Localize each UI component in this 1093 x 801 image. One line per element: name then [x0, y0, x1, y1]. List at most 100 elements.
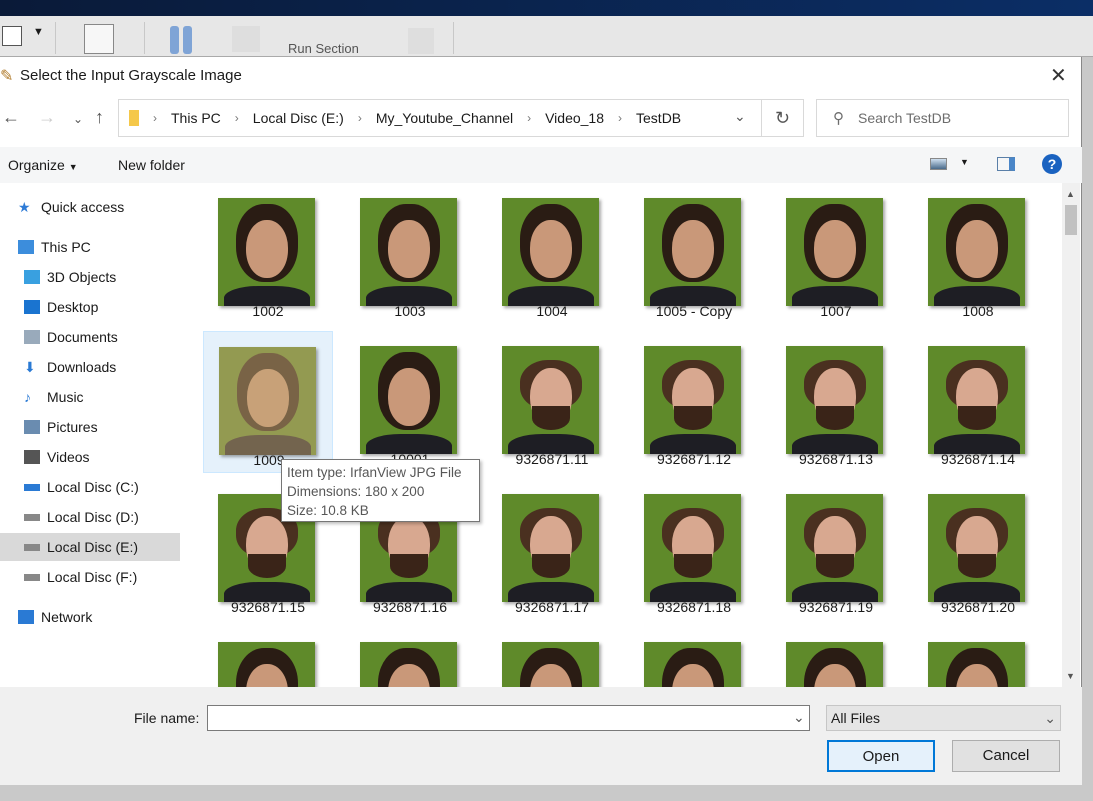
file-item[interactable]: 9326871.12: [629, 331, 759, 473]
file-item[interactable]: [771, 627, 901, 687]
breadcrumb-local-disc-e[interactable]: Local Disc (E:): [253, 110, 344, 126]
image-thumbnail: [928, 642, 1025, 687]
file-name-dropdown-icon[interactable]: ⌄: [793, 709, 805, 726]
image-thumbnail: [644, 198, 741, 306]
function-icon[interactable]: [2, 26, 22, 46]
file-item[interactable]: 9326871.19: [771, 479, 901, 621]
breadcrumb-testdb[interactable]: TestDB: [636, 110, 681, 126]
file-item[interactable]: [203, 627, 333, 687]
image-thumbnail: [218, 642, 315, 687]
refresh-button[interactable]: ↻: [762, 99, 804, 137]
file-name: 9326871.16: [373, 599, 447, 615]
help-icon[interactable]: ?: [1042, 154, 1062, 174]
preview-pane-icon[interactable]: [997, 157, 1015, 171]
file-name-input[interactable]: [207, 705, 810, 731]
file-item[interactable]: 9326871.17: [487, 479, 617, 621]
file-item[interactable]: [345, 627, 475, 687]
sidebar-item-label: Music: [47, 389, 84, 405]
sidebar-item-videos[interactable]: Videos: [0, 443, 180, 471]
file-item[interactable]: 10001: [345, 331, 475, 473]
file-name: 9326871.19: [799, 599, 873, 615]
file-name: 1004: [536, 303, 568, 319]
file-item[interactable]: 9326871.11: [487, 331, 617, 473]
file-item[interactable]: 1007: [771, 183, 901, 325]
up-button[interactable]: ↑: [95, 107, 104, 128]
sidebar-item-local-disc-e[interactable]: Local Disc (E:): [0, 533, 180, 561]
sidebar-item-downloads[interactable]: ⬇ Downloads: [0, 353, 180, 381]
sidebar-item-label: Local Disc (D:): [47, 509, 139, 525]
recent-locations-button[interactable]: ⌄: [73, 112, 83, 126]
file-item[interactable]: [487, 627, 617, 687]
sidebar-item-label: Videos: [47, 449, 90, 465]
open-button[interactable]: Open: [827, 740, 935, 772]
address-bar[interactable]: › This PC › Local Disc (E:) › My_Youtube_Ch…: [118, 99, 762, 137]
document-icon: [24, 330, 40, 344]
sidebar-item-quick-access[interactable]: ★ Quick access: [0, 193, 180, 221]
file-name: 1002: [252, 303, 284, 319]
file-item[interactable]: 1005 - Copy: [629, 183, 759, 325]
new-folder-button[interactable]: New folder: [118, 157, 185, 173]
sidebar-item-label: Local Disc (E:): [47, 539, 139, 555]
dialog-title: Select the Input Grayscale Image: [20, 67, 242, 84]
file-name: 9326871.17: [515, 599, 589, 615]
drive-icon: [24, 543, 40, 551]
change-view-icon[interactable]: [930, 158, 947, 170]
file-item[interactable]: 9326871.14: [913, 331, 1043, 473]
file-item[interactable]: [629, 627, 759, 687]
sidebar-item-local-disc-c[interactable]: Local Disc (C:): [0, 473, 180, 501]
sidebar-item-local-disc-f[interactable]: Local Disc (F:): [0, 563, 180, 591]
file-item[interactable]: 1009: [203, 331, 333, 473]
sidebar-item-this-pc[interactable]: This PC: [0, 233, 180, 261]
address-dropdown-icon[interactable]: ⌄: [734, 108, 746, 125]
forward-button[interactable]: →: [38, 107, 56, 128]
image-thumbnail: [219, 347, 316, 455]
file-name: 1003: [394, 303, 426, 319]
desktop-icon: [24, 300, 40, 314]
drive-icon: [24, 513, 40, 521]
sidebar-item-local-disc-d[interactable]: Local Disc (D:): [0, 503, 180, 531]
file-item[interactable]: 9326871.20: [913, 479, 1043, 621]
dropdown-arrow-icon[interactable]: ▼: [33, 26, 44, 38]
sidebar-item-desktop[interactable]: Desktop: [0, 293, 180, 321]
file-type-select[interactable]: All Files ⌄: [826, 705, 1061, 731]
file-name: 9326871.20: [941, 599, 1015, 615]
view-dropdown-icon[interactable]: ▼: [960, 157, 969, 167]
sidebar-item-3d-objects[interactable]: 3D Objects: [0, 263, 180, 291]
breadcrumb-video-18[interactable]: Video_18: [545, 110, 604, 126]
image-thumbnail: [360, 198, 457, 306]
sidebar-item-music[interactable]: ♪ Music: [0, 383, 180, 411]
navigation-pane: ★ Quick access This PC 3D Objects Desktop Doc…: [0, 183, 182, 687]
image-thumbnail: [644, 642, 741, 687]
music-icon: ♪: [24, 389, 31, 405]
pictures-icon: [24, 420, 40, 434]
video-icon: [24, 450, 40, 464]
file-item[interactable]: 1003: [345, 183, 475, 325]
back-button[interactable]: ←: [2, 107, 20, 128]
sidebar-item-documents[interactable]: Documents: [0, 323, 180, 351]
breakpoints-icon[interactable]: [84, 24, 114, 54]
organize-button[interactable]: Organize ▼: [8, 157, 78, 173]
breadcrumb-my-youtube-channel[interactable]: My_Youtube_Channel: [376, 110, 513, 126]
file-item[interactable]: 9326871.18: [629, 479, 759, 621]
cube-icon: [24, 270, 40, 284]
pause-icon[interactable]: [170, 26, 194, 54]
file-item[interactable]: 9326871.13: [771, 331, 901, 473]
close-button[interactable]: ✕: [1050, 63, 1067, 88]
file-item[interactable]: [913, 627, 1043, 687]
file-name: 9326871.12: [657, 451, 731, 467]
dialog-footer: File name: ⌄ All Files ⌄ Open Cancel: [0, 687, 1082, 785]
cancel-button[interactable]: Cancel: [952, 740, 1060, 772]
breadcrumb-this-pc[interactable]: This PC: [171, 110, 221, 126]
computer-icon: [18, 240, 34, 254]
run-section-button[interactable]: Run Section: [288, 41, 359, 56]
sidebar-item-pictures[interactable]: Pictures: [0, 413, 180, 441]
file-item[interactable]: 1002: [203, 183, 333, 325]
file-name: 1007: [820, 303, 852, 319]
file-item[interactable]: 1004: [487, 183, 617, 325]
sidebar-item-network[interactable]: Network: [0, 603, 180, 631]
search-input[interactable]: ⚲ Search TestDB: [816, 99, 1069, 137]
vertical-scrollbar[interactable]: ▲ ▼: [1062, 183, 1080, 687]
file-item[interactable]: 1008: [913, 183, 1043, 325]
sidebar-item-label: Local Disc (F:): [47, 569, 138, 585]
file-open-dialog: ✎ Select the Input Grayscale Image ✕ ← →…: [0, 57, 1082, 785]
